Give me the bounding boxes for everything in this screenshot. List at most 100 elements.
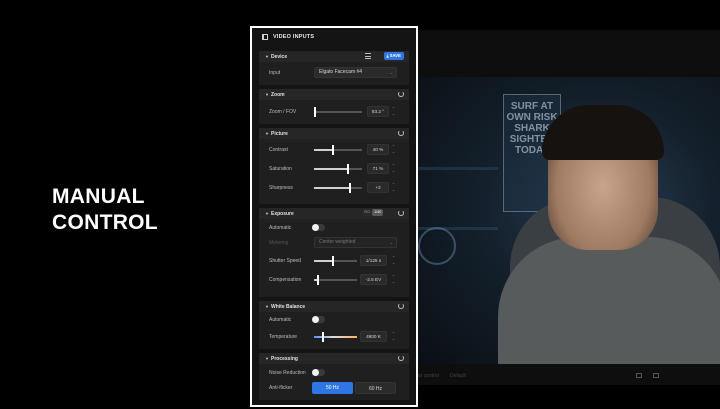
zoom-label: Zoom / FOV	[269, 109, 297, 115]
section-white-balance: ▼ White Balance Automatic Temperature 49…	[259, 301, 409, 349]
compensation-slider[interactable]	[314, 275, 357, 285]
panel-title: VIDEO INPUTS	[273, 34, 315, 40]
saturation-slider[interactable]	[314, 164, 362, 174]
temperature-value[interactable]: 4900 K	[360, 331, 387, 342]
automatic-label: Automatic	[269, 317, 292, 323]
reset-icon[interactable]	[398, 130, 404, 136]
headline-line: MANUAL	[52, 185, 145, 208]
sharpness-label: Sharpness	[269, 185, 293, 191]
slider-fill	[314, 187, 350, 189]
reset-icon[interactable]	[398, 355, 404, 361]
automatic-label: Automatic	[269, 225, 292, 231]
temperature-row: Temperature 4900 K ⌃ ⌄	[259, 331, 409, 343]
input-select[interactable]: Elgato Facecam #4 ⌄	[314, 67, 397, 78]
section-header-zoom[interactable]: ▼ Zoom	[259, 89, 409, 100]
video-inputs-panel: VIDEO INPUTS ▼ Device ⤓ SAVE Input Elgat…	[250, 26, 418, 407]
slider-fill	[314, 149, 334, 151]
contrast-slider[interactable]	[314, 145, 362, 155]
slider-thumb[interactable]	[332, 145, 335, 155]
section-header-picture[interactable]: ▼ Picture	[259, 128, 409, 139]
headline: MANUAL CONTROL	[52, 184, 158, 236]
compensation-label: Compensation	[269, 277, 302, 283]
stepper-icon[interactable]: ⌃ ⌄	[391, 106, 396, 117]
section-zoom: ▼ Zoom Zoom / FOV 83.2 ° ⌃ ⌄	[259, 89, 409, 124]
anti-flicker-50hz-button[interactable]: 50 Hz	[312, 382, 353, 394]
contrast-label: Contrast	[269, 147, 288, 153]
contrast-value[interactable]: 40 %	[367, 144, 389, 155]
saturation-label: Saturation	[269, 166, 292, 172]
exposure-automatic-toggle[interactable]	[312, 224, 325, 231]
noise-reduction-toggle[interactable]	[312, 369, 325, 376]
temperature-slider[interactable]	[314, 332, 357, 342]
shutter-value[interactable]: 1/125 s	[360, 255, 387, 266]
reset-icon[interactable]	[398, 303, 404, 309]
stepper-icon[interactable]: ⌃ ⌄	[391, 331, 396, 342]
section-device: ▼ Device ⤓ SAVE Input Elgato Facecam #4 ⌄	[259, 51, 409, 85]
section-header-exposure[interactable]: ▼ Exposure ISO 1/40	[259, 208, 409, 219]
slider-fill	[314, 168, 349, 170]
camera-preview: SURF AT OWN RISK SHARK SIGHTED TODAY	[418, 77, 720, 364]
slider-thumb[interactable]	[332, 256, 335, 266]
reset-icon[interactable]	[398, 210, 404, 216]
section-header-processing[interactable]: ▼ Processing	[259, 353, 409, 364]
wb-automatic-toggle[interactable]	[312, 316, 325, 323]
sharpness-value[interactable]: +3	[367, 182, 389, 193]
headline-line: CONTROL	[52, 211, 158, 234]
stepper-icon[interactable]: ⌃ ⌄	[391, 144, 396, 155]
mode-option[interactable]: 1/40	[372, 209, 384, 216]
background-bottom-bar: Auto control Default	[410, 366, 720, 386]
input-row: Input Elgato Facecam #4 ⌄	[259, 67, 409, 79]
exposure-mode-toggle[interactable]: ISO 1/40	[362, 209, 384, 216]
shutter-label: Shutter Speed	[269, 258, 301, 264]
slider-thumb[interactable]	[349, 183, 351, 193]
stepper-icon[interactable]: ⌃ ⌄	[391, 182, 396, 193]
saturation-row: Saturation 71 % ⌃ ⌄	[259, 163, 409, 175]
zoom-slider[interactable]	[314, 107, 362, 117]
chevron-down-icon: ⌄	[389, 240, 393, 245]
metering-row: Metering Center weighted ⌄	[259, 237, 409, 249]
toggle-knob	[312, 224, 319, 231]
person-hair	[542, 105, 664, 160]
mode-option[interactable]: ISO	[362, 209, 372, 216]
section-picture: ▼ Picture Contrast 40 % ⌃ ⌄ Saturation 7…	[259, 128, 409, 204]
section-title: Exposure	[271, 210, 294, 217]
contrast-row: Contrast 40 % ⌃ ⌄	[259, 144, 409, 156]
slider-thumb[interactable]	[314, 107, 316, 117]
panel-scroll-area[interactable]: ▼ Device ⤓ SAVE Input Elgato Facecam #4 ⌄…	[259, 48, 409, 403]
anti-flicker-row: Anti-flicker 50 Hz 60 Hz	[259, 382, 409, 394]
camera-icon[interactable]	[636, 373, 642, 378]
anti-flicker-label: Anti-flicker	[269, 385, 293, 391]
stepper-icon[interactable]: ⌃ ⌄	[391, 163, 396, 174]
metering-select[interactable]: Center weighted ⌄	[314, 237, 397, 248]
save-button[interactable]: ⤓ SAVE	[383, 52, 404, 60]
sidebar-icon[interactable]	[262, 34, 268, 40]
input-label: Input	[269, 70, 281, 76]
section-header-device[interactable]: ▼ Device ⤓ SAVE	[259, 51, 409, 62]
anti-flicker-60hz-button[interactable]: 60 Hz	[355, 382, 396, 394]
stepper-icon[interactable]: ⌃ ⌄	[391, 274, 396, 285]
toggle-knob	[312, 369, 319, 376]
reset-icon[interactable]	[398, 91, 404, 97]
section-header-white-balance[interactable]: ▼ White Balance	[259, 301, 409, 312]
stepper-icon[interactable]: ⌃ ⌄	[391, 255, 396, 266]
exposure-automatic-row: Automatic	[259, 222, 409, 234]
window-icon[interactable]	[653, 373, 659, 378]
wb-automatic-row: Automatic	[259, 314, 409, 326]
zoom-row: Zoom / FOV 83.2 ° ⌃ ⌄	[259, 106, 409, 118]
sharpness-slider[interactable]	[314, 183, 362, 193]
saturation-value[interactable]: 71 %	[367, 163, 389, 174]
slider-thumb[interactable]	[321, 332, 324, 342]
compensation-value[interactable]: -2.5 EV	[360, 274, 387, 285]
section-exposure: ▼ Exposure ISO 1/40 Automatic Metering C…	[259, 208, 409, 297]
settings-list-icon[interactable]	[365, 53, 371, 59]
toggle-knob	[312, 316, 319, 323]
section-title: Zoom	[271, 91, 285, 98]
play-icon	[418, 227, 456, 265]
noise-reduction-label: Noise Reduction	[269, 370, 306, 376]
slider-thumb[interactable]	[317, 275, 320, 285]
panel-title-bar: VIDEO INPUTS	[252, 28, 416, 46]
shutter-slider[interactable]	[314, 256, 357, 266]
zoom-value[interactable]: 83.2 °	[367, 106, 389, 117]
slider-fill	[314, 260, 334, 262]
slider-thumb[interactable]	[347, 164, 350, 174]
